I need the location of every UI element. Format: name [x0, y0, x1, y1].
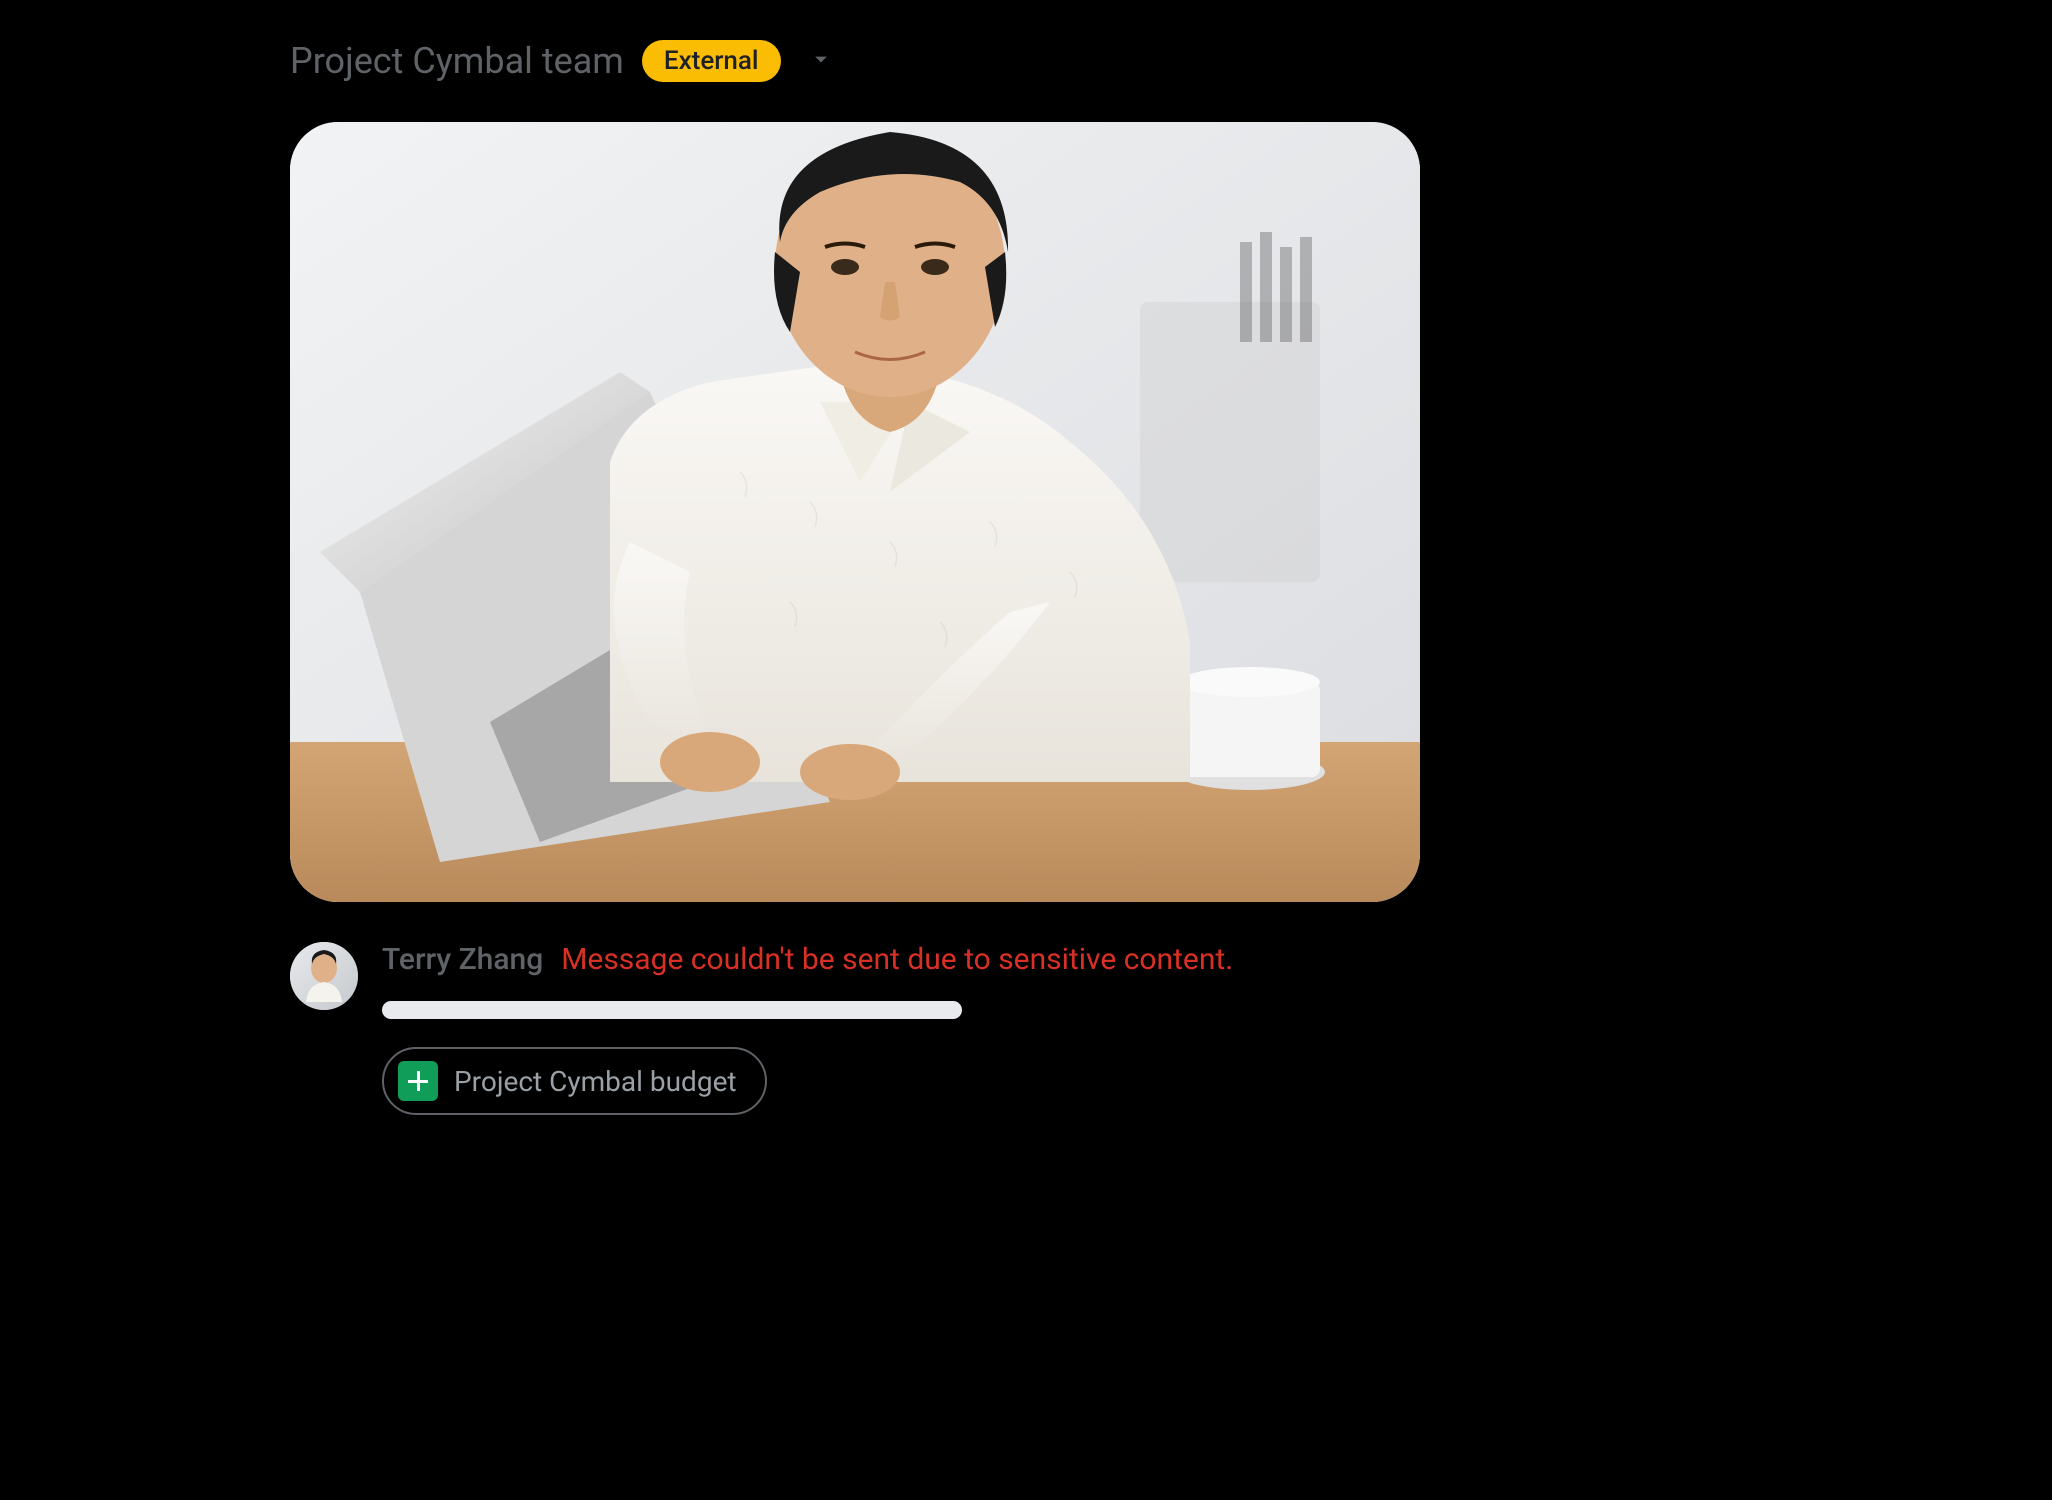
external-badge: External: [642, 40, 781, 82]
message-row: Terry Zhang Message couldn't be sent due…: [290, 942, 1490, 1115]
dlp-error-text: Message couldn't be sent due to sensitiv…: [561, 942, 1233, 977]
chevron-down-icon[interactable]: [807, 45, 835, 77]
google-sheets-icon: [398, 1061, 438, 1101]
hero-image: [290, 122, 1420, 902]
attachment-chip[interactable]: Project Cymbal budget: [382, 1047, 767, 1115]
space-header[interactable]: Project Cymbal team External: [290, 40, 1490, 82]
message-body-redacted: [382, 1001, 962, 1019]
sender-name: Terry Zhang: [382, 942, 543, 977]
space-title: Project Cymbal team: [290, 40, 624, 82]
attachment-name: Project Cymbal budget: [454, 1065, 737, 1098]
sender-avatar[interactable]: [290, 942, 358, 1010]
message-header: Terry Zhang Message couldn't be sent due…: [382, 942, 1490, 977]
message-content: Terry Zhang Message couldn't be sent due…: [382, 942, 1490, 1115]
